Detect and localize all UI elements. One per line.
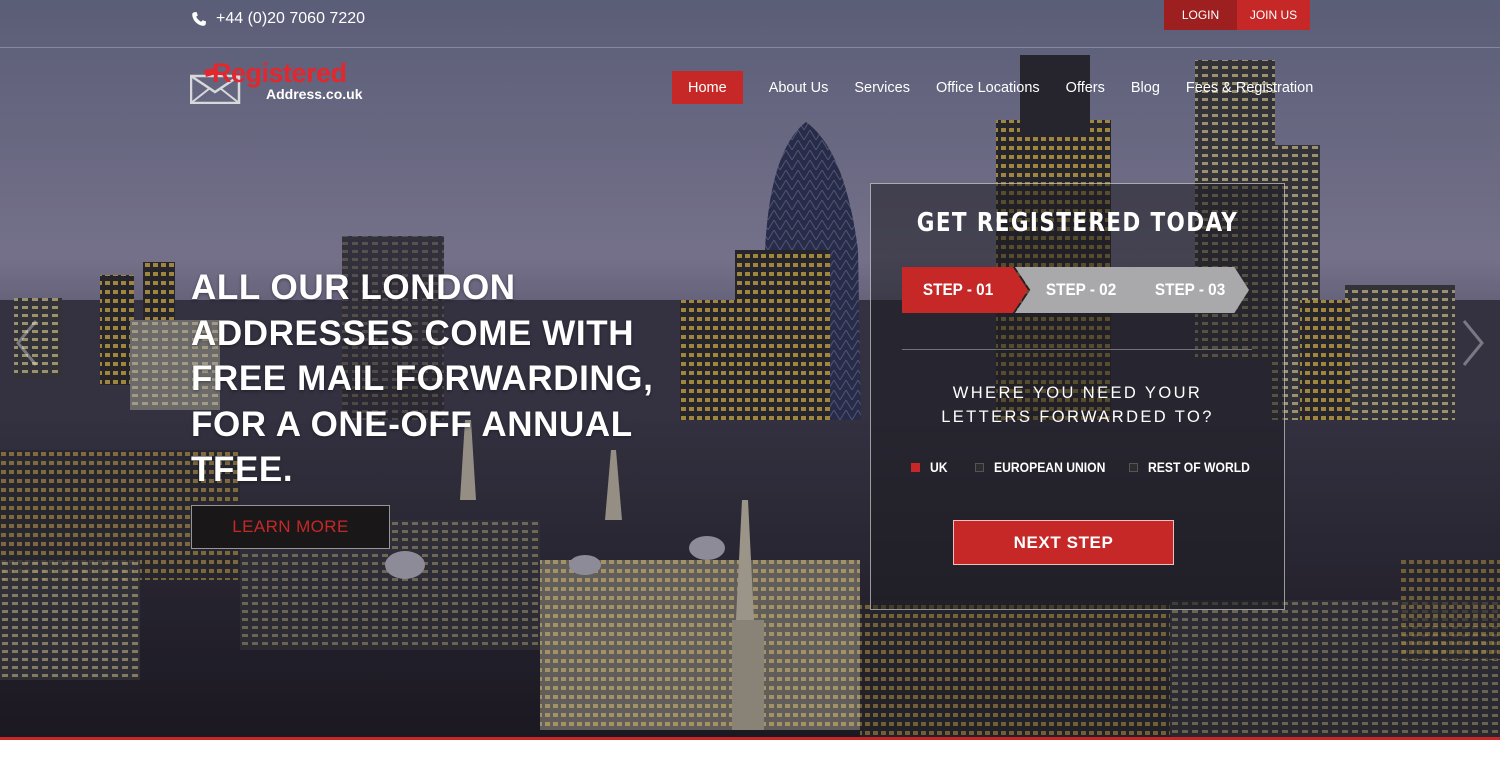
nav-item-blog[interactable]: Blog xyxy=(1118,71,1173,104)
nav-item-about-us[interactable]: About Us xyxy=(756,71,842,104)
page-below-fold xyxy=(0,740,1500,757)
learn-more-button[interactable]: LEARN MORE xyxy=(191,505,390,549)
phone-number: +44 (0)20 7060 7220 xyxy=(216,10,366,27)
step-2-tab[interactable]: STEP - 02 xyxy=(1015,267,1143,313)
forwarding-question: WHERE YOU NEED YOUR LETTERS FORWARDED TO… xyxy=(941,384,1214,426)
option-uk[interactable]: UK xyxy=(911,460,950,475)
header-phone[interactable]: +44 (0)20 7060 7220 xyxy=(191,9,365,29)
step-3-tab[interactable]: STEP - 03 xyxy=(1127,267,1249,313)
registration-divider xyxy=(902,349,1252,350)
nav-item-home[interactable]: Home xyxy=(672,71,743,104)
option-row-checkbox[interactable] xyxy=(1129,463,1138,472)
hero-headline: ALL OUR LONDON ADDRESSES COME WITH FREE … xyxy=(191,268,654,489)
logo-domain: Address.co.uk xyxy=(266,86,363,102)
nav-item-offers[interactable]: Offers xyxy=(1053,71,1118,104)
registration-panel: GET REGISTERED TODAY STEP - 03 STEP - 02… xyxy=(870,183,1285,610)
chevron-right-icon[interactable] xyxy=(1458,318,1488,368)
chevron-left-icon[interactable] xyxy=(12,318,42,368)
auth-buttons: LOGIN JOIN US xyxy=(1164,0,1310,30)
option-uk-label: UK xyxy=(930,460,948,475)
step-1-label: STEP - 01 xyxy=(922,280,994,299)
nav-item-fees-registration[interactable]: Fees & Registration xyxy=(1173,71,1326,104)
option-eu-checkbox[interactable] xyxy=(975,463,984,472)
option-rest-of-world[interactable]: REST OF WORLD xyxy=(1129,460,1261,475)
nav-item-services[interactable]: Services xyxy=(841,71,923,104)
next-step-button[interactable]: NEXT STEP xyxy=(953,520,1174,565)
logo-brand: Registered xyxy=(212,58,347,88)
option-european-union[interactable]: EUROPEAN UNION xyxy=(975,460,1118,475)
join-us-button[interactable]: JOIN US xyxy=(1237,0,1310,30)
phone-icon xyxy=(192,12,206,26)
registration-title: GET REGISTERED TODAY xyxy=(916,208,1239,238)
site-logo[interactable]: Registered Address.co.uk xyxy=(190,58,370,106)
option-eu-label: EUROPEAN UNION xyxy=(994,460,1106,475)
nav-item-office-locations[interactable]: Office Locations xyxy=(923,71,1053,104)
option-row-label: REST OF WORLD xyxy=(1148,460,1250,475)
forwarding-options: UK EUROPEAN UNION REST OF WORLD xyxy=(911,460,1271,480)
step-1-tab[interactable]: STEP - 01 xyxy=(902,267,1028,313)
option-uk-checkbox[interactable] xyxy=(911,463,920,472)
step-2-label: STEP - 02 xyxy=(1045,280,1117,299)
main-nav: Home About Us Services Office Locations … xyxy=(672,71,1326,104)
topbar-divider xyxy=(0,47,1500,48)
step-3-label: STEP - 03 xyxy=(1154,280,1226,299)
registration-steps: STEP - 03 STEP - 02 STEP - 01 xyxy=(902,267,1252,313)
login-button[interactable]: LOGIN xyxy=(1164,0,1237,30)
